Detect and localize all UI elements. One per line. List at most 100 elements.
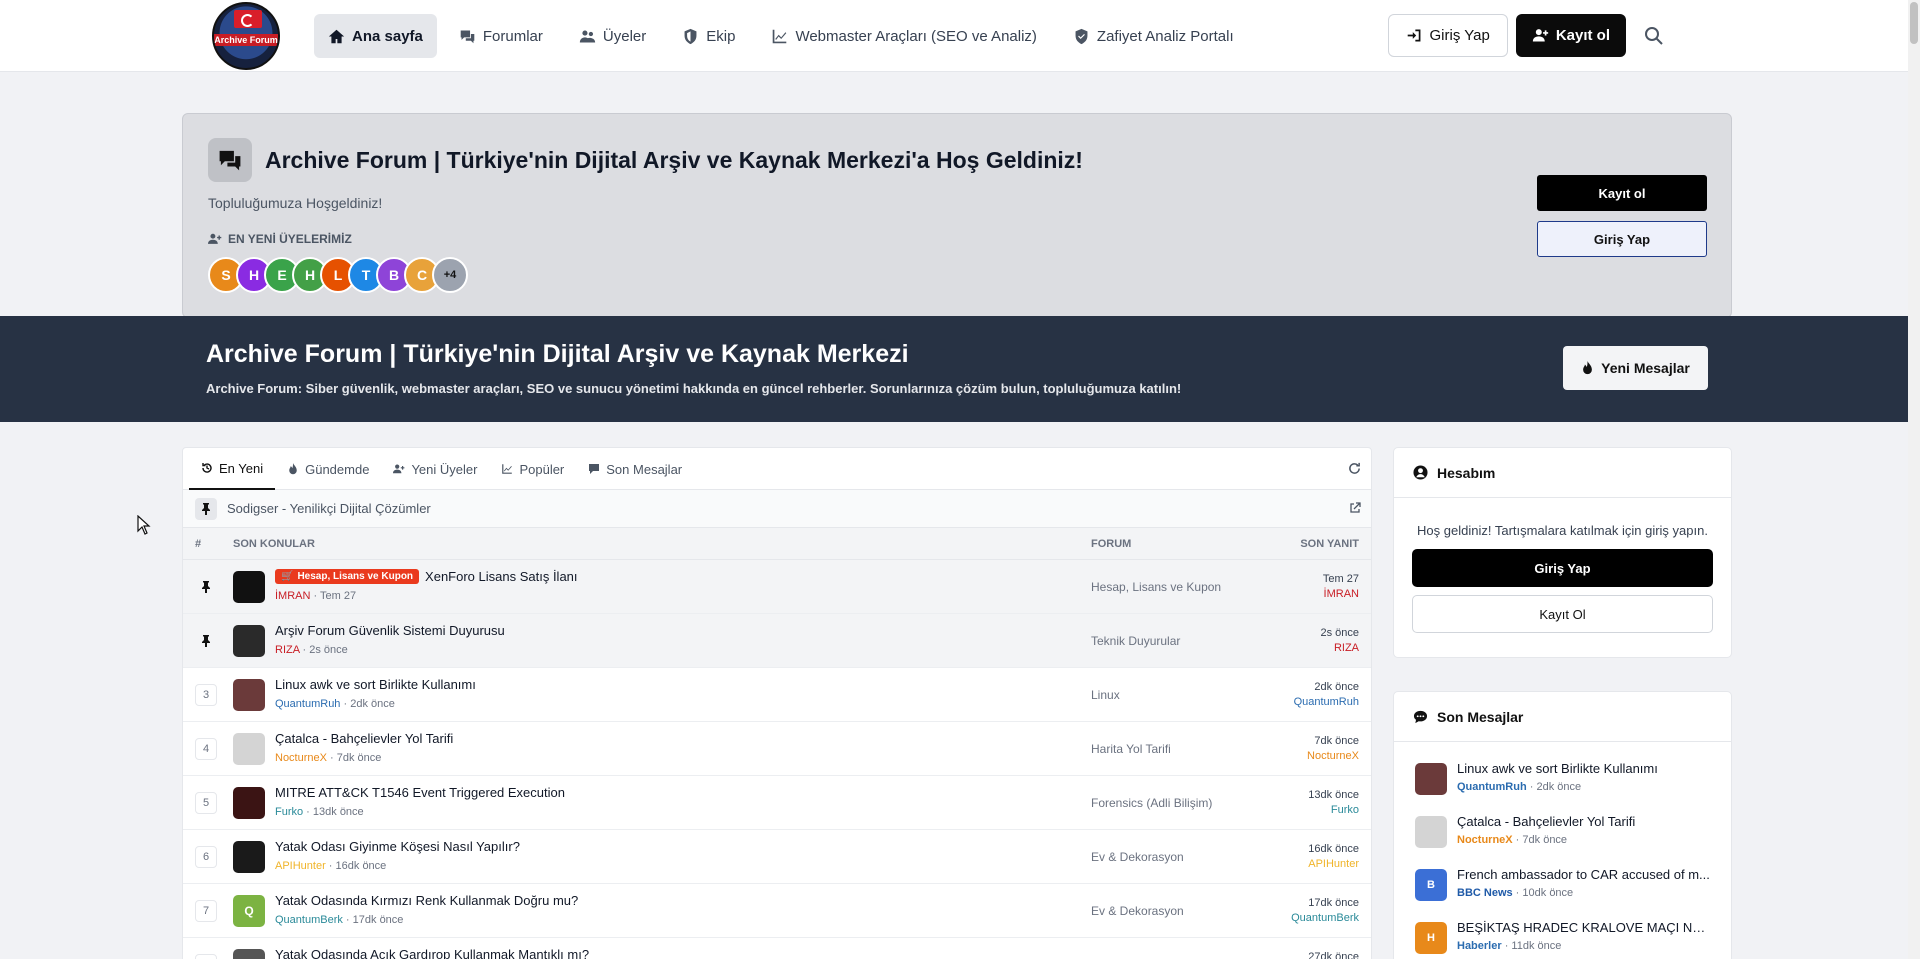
nav-item-webmaster-tools[interactable]: Webmaster Araçları (SEO ve Analiz): [757, 14, 1050, 58]
message-author[interactable]: NocturneX: [1457, 834, 1513, 846]
last-reply-user[interactable]: İMRAN: [1323, 587, 1359, 602]
table-row[interactable]: 6 Yatak Odası Giyinme Köşesi Nasıl Yapılı…: [183, 830, 1371, 884]
sidebar-register-button[interactable]: Kayıt Ol: [1412, 595, 1713, 633]
message-author[interactable]: QuantumRuh: [1457, 781, 1527, 793]
message-title[interactable]: French ambassador to CAR accused of m...: [1457, 867, 1712, 882]
nav-label: Forumlar: [482, 27, 543, 45]
topic-title[interactable]: Arşiv Forum Güvenlik Sistemi Duyurusu: [275, 623, 505, 638]
welcome-login-button[interactable]: Giriş Yap: [1537, 221, 1707, 257]
user-plus-icon: [393, 463, 405, 475]
welcome-register-button[interactable]: Kayıt ol: [1537, 175, 1707, 211]
comments-icon: [459, 28, 476, 45]
topic-forum[interactable]: Linux: [1091, 688, 1120, 702]
avatar[interactable]: [233, 625, 265, 657]
last-reply-time: 7dk önce: [1314, 735, 1359, 747]
tab-new-members[interactable]: Yeni Üyeler: [381, 448, 489, 490]
table-row[interactable]: 7 Q Yatak Odasında Kırmızı Renk Kullanmak …: [183, 884, 1371, 938]
avatar[interactable]: [1415, 763, 1447, 795]
topic-title[interactable]: Yatak Odasında Kırmızı Renk Kullanmak Do…: [275, 893, 578, 908]
row-number: 8: [195, 954, 217, 959]
page-scrollbar[interactable]: [1908, 0, 1920, 959]
avatar[interactable]: Q: [233, 895, 265, 927]
nav-item-team[interactable]: Ekip: [668, 14, 749, 58]
topic-forum[interactable]: Ev & Dekorasyon: [1091, 904, 1184, 918]
sign-in-icon: [1406, 27, 1423, 44]
sticky-announcement[interactable]: Sodigser - Yenilikçi Dijital Çözümler: [183, 490, 1371, 528]
message-meta: Haberler · 11dk önce: [1457, 940, 1562, 952]
nav-item-vulnerability-portal[interactable]: Zafiyet Analiz Portalı: [1059, 14, 1248, 58]
avatar[interactable]: [233, 733, 265, 765]
user-plus-icon: [1532, 27, 1549, 44]
new-messages-button[interactable]: Yeni Mesajlar: [1563, 346, 1708, 390]
avatar[interactable]: B: [1415, 869, 1447, 901]
author-name[interactable]: NocturneX: [275, 752, 327, 764]
last-reply-user[interactable]: APIHunter: [1308, 857, 1359, 872]
tab-recent-messages[interactable]: Son Mesajlar: [576, 448, 694, 490]
message-author[interactable]: BBC News: [1457, 887, 1513, 899]
logo-text: Archive Forum: [214, 34, 278, 46]
more-members-badge[interactable]: +4: [432, 257, 468, 293]
tab-trending[interactable]: Gündemde: [275, 448, 381, 490]
avatar[interactable]: H: [1415, 922, 1447, 954]
avatar[interactable]: [233, 949, 265, 959]
topic-forum[interactable]: Teknik Duyurular: [1091, 634, 1180, 648]
sidebar-login-button[interactable]: Giriş Yap: [1412, 549, 1713, 587]
message-title[interactable]: Çatalca - Bahçelievler Yol Tarifi: [1457, 814, 1712, 829]
author-name[interactable]: APIHunter: [275, 860, 326, 872]
avatar[interactable]: [1415, 816, 1447, 848]
table-row[interactable]: Arşiv Forum Güvenlik Sistemi Duyurusu RIZ…: [183, 614, 1371, 668]
nav-item-forums[interactable]: Forumlar: [445, 14, 557, 58]
author-name[interactable]: QuantumBerk: [275, 914, 343, 926]
topic-forum[interactable]: Harita Yol Tarifi: [1091, 742, 1171, 756]
message-title[interactable]: Linux awk ve sort Birlikte Kullanımı: [1457, 761, 1712, 776]
last-reply-user[interactable]: QuantumBerk: [1291, 911, 1359, 926]
topic-title[interactable]: MITRE ATT&CK T1546 Event Triggered Execu…: [275, 785, 565, 800]
login-button[interactable]: Giriş Yap: [1387, 14, 1508, 57]
topic-title[interactable]: Yatak Odası Giyinme Köşesi Nasıl Yapılır…: [275, 839, 520, 854]
topic-forum[interactable]: Ev & Dekorasyon: [1091, 850, 1184, 864]
prefix-badge[interactable]: 🛒 Hesap, Lisans ve Kupon: [275, 569, 420, 584]
search-button[interactable]: [1634, 16, 1674, 56]
list-item[interactable]: H BEŞİKTAŞ HRADEC KRALOVE MAÇI NERE... Hab…: [1394, 912, 1731, 959]
topic-meta: İMRAN · Tem 27: [275, 590, 357, 602]
message-title[interactable]: BEŞİKTAŞ HRADEC KRALOVE MAÇI NERE...: [1457, 920, 1712, 935]
scrollbar-thumb[interactable]: [1910, 2, 1918, 44]
nav-item-home[interactable]: Ana sayfa: [314, 14, 437, 58]
table-row[interactable]: 3 Linux awk ve sort Birlikte Kullanımı Qua…: [183, 668, 1371, 722]
message-author[interactable]: Haberler: [1457, 940, 1502, 952]
topic-forum[interactable]: Forensics (Adli Bilişim): [1091, 796, 1212, 810]
row-number: 4: [195, 738, 217, 760]
topic-title[interactable]: Linux awk ve sort Birlikte Kullanımı: [275, 677, 476, 692]
last-reply-user[interactable]: Furko: [1308, 803, 1359, 818]
author-name[interactable]: QuantumRuh: [275, 698, 340, 710]
author-name[interactable]: RIZA: [275, 644, 299, 656]
tab-newest[interactable]: En Yeni: [189, 448, 276, 490]
avatar[interactable]: [233, 679, 265, 711]
topic-title[interactable]: Çatalca - Bahçelievler Yol Tarifi: [275, 731, 453, 746]
avatar[interactable]: [233, 787, 265, 819]
topic-title[interactable]: Yatak Odasında Açık Gardırop Kullanmak M…: [275, 947, 589, 959]
last-reply-user[interactable]: RIZA: [1320, 641, 1359, 656]
table-row[interactable]: 4 Çatalca - Bahçelievler Yol Tarifi Noctur…: [183, 722, 1371, 776]
avatar[interactable]: [233, 571, 265, 603]
topic-title[interactable]: XenForo Lisans Satış İlanı: [425, 569, 577, 584]
nav-item-members[interactable]: Üyeler: [565, 14, 660, 58]
list-item[interactable]: B French ambassador to CAR accused of m..…: [1394, 859, 1731, 912]
external-link-icon[interactable]: [1349, 502, 1361, 514]
author-name[interactable]: Furko: [275, 806, 303, 818]
turkish-flag-icon: [234, 10, 262, 28]
table-row[interactable]: 5 MITRE ATT&CK T1546 Event Triggered Exec…: [183, 776, 1371, 830]
list-item[interactable]: Linux awk ve sort Birlikte Kullanımı Quan…: [1394, 753, 1731, 806]
register-button[interactable]: Kayıt ol: [1515, 14, 1626, 57]
table-row[interactable]: 8 Yatak Odasında Açık Gardırop Kullanmak …: [183, 938, 1371, 959]
avatar[interactable]: [233, 841, 265, 873]
list-item[interactable]: Çatalca - Bahçelievler Yol Tarifi Nocturn…: [1394, 806, 1731, 859]
last-reply-user[interactable]: NocturneX: [1307, 749, 1359, 764]
author-name[interactable]: İMRAN: [275, 590, 310, 602]
last-reply-user[interactable]: QuantumRuh: [1294, 695, 1359, 710]
site-logo[interactable]: Archive Forum: [212, 2, 280, 70]
refresh-icon[interactable]: [1348, 462, 1361, 475]
tab-popular[interactable]: Popüler: [489, 448, 576, 490]
topic-forum[interactable]: Hesap, Lisans ve Kupon: [1091, 580, 1221, 594]
table-row[interactable]: 🛒 Hesap, Lisans ve Kupon XenForo Lisans Sa…: [183, 560, 1371, 614]
